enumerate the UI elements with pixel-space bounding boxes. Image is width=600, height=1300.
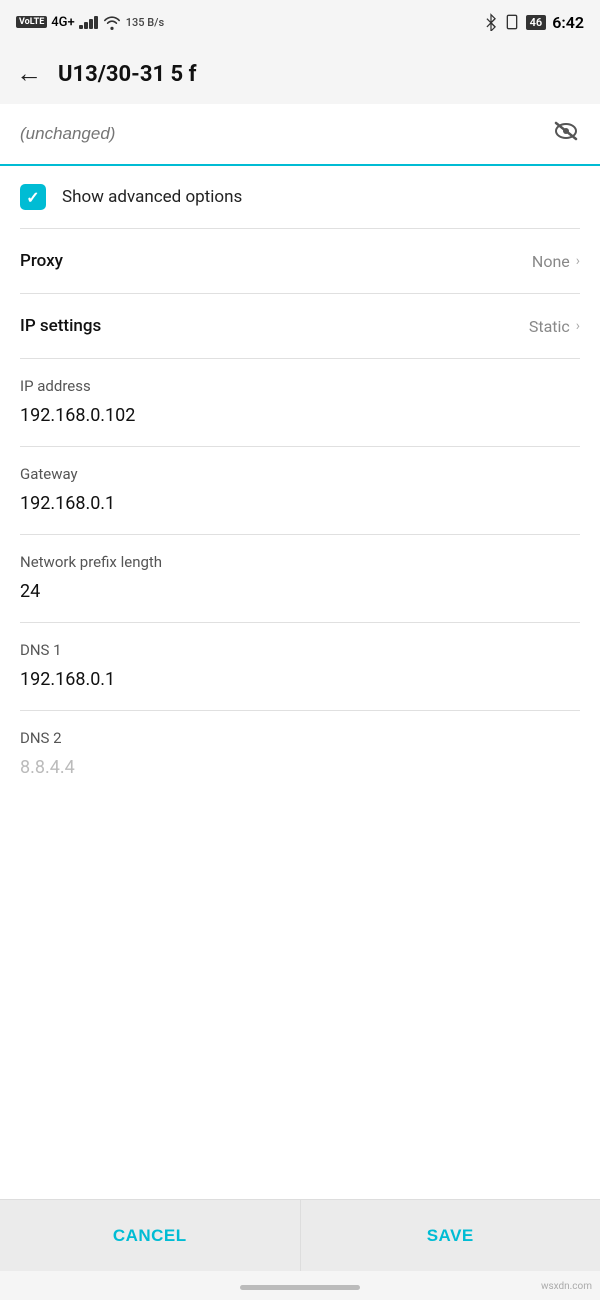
ip-address-section: IP address 192.168.0.102	[0, 359, 600, 446]
proxy-value-group: None ›	[532, 252, 580, 271]
proxy-row[interactable]: Proxy None ›	[0, 229, 600, 293]
ip-settings-value-group: Static ›	[529, 317, 580, 336]
speed-indicator: 135 B/s	[126, 16, 164, 29]
network-prefix-label: Network prefix length	[20, 553, 580, 571]
dns1-label: DNS 1	[20, 641, 580, 659]
network-prefix-value[interactable]: 24	[20, 581, 580, 616]
dns2-value[interactable]: 8.8.4.4	[20, 757, 580, 792]
gateway-label: Gateway	[20, 465, 580, 483]
content-area: ✓ Show advanced options Proxy None › IP …	[0, 104, 600, 1199]
home-indicator	[0, 1271, 600, 1300]
dns2-label: DNS 2	[20, 729, 580, 747]
checkmark-icon: ✓	[26, 188, 39, 207]
wifi-icon	[102, 14, 122, 30]
home-pill	[240, 1285, 360, 1290]
bar2	[84, 22, 88, 29]
bar1	[79, 25, 83, 29]
advanced-options-label: Show advanced options	[62, 187, 242, 207]
bar3	[89, 19, 93, 29]
save-button[interactable]: SAVE	[301, 1200, 600, 1271]
advanced-options-checkbox[interactable]: ✓	[20, 184, 46, 210]
ip-address-label: IP address	[20, 377, 580, 395]
proxy-value: None	[532, 252, 570, 271]
volte-badge: VoLTE	[16, 16, 47, 28]
back-button[interactable]: ←	[16, 61, 42, 87]
cancel-button[interactable]: CANCEL	[0, 1200, 301, 1271]
ip-settings-row[interactable]: IP settings Static ›	[0, 294, 600, 358]
password-input[interactable]	[20, 124, 552, 144]
time: 6:42	[552, 13, 584, 32]
ip-address-value[interactable]: 192.168.0.102	[20, 405, 580, 440]
status-bar: VoLTE 4G+ 135 B/s 46 6:42	[0, 0, 600, 44]
dns1-value[interactable]: 192.168.0.1	[20, 669, 580, 704]
bottom-buttons: CANCEL SAVE	[0, 1199, 600, 1271]
page-title: U13/30-31 5 f	[58, 62, 197, 87]
ip-settings-label: IP settings	[20, 316, 101, 336]
network-type: 4G+	[51, 15, 74, 30]
bar4	[94, 16, 98, 29]
gateway-section: Gateway 192.168.0.1	[0, 447, 600, 534]
phone-icon	[504, 14, 520, 30]
watermark: wsxdn.com	[541, 1281, 592, 1292]
advanced-options-row[interactable]: ✓ Show advanced options	[0, 166, 600, 228]
status-left: VoLTE 4G+ 135 B/s	[16, 14, 164, 30]
signal-bars	[79, 16, 98, 29]
password-row	[0, 104, 600, 166]
dns1-section: DNS 1 192.168.0.1	[0, 623, 600, 710]
dns2-section: DNS 2 8.8.4.4	[0, 711, 600, 798]
status-right: 46 6:42	[484, 13, 584, 32]
proxy-chevron-icon: ›	[576, 253, 580, 269]
proxy-label: Proxy	[20, 251, 63, 271]
ip-settings-value: Static	[529, 317, 570, 336]
ip-settings-chevron-icon: ›	[576, 318, 580, 334]
hide-password-icon[interactable]	[552, 120, 580, 148]
gateway-value[interactable]: 192.168.0.1	[20, 493, 580, 528]
bluetooth-icon	[484, 13, 498, 31]
header: ← U13/30-31 5 f	[0, 44, 600, 104]
network-prefix-section: Network prefix length 24	[0, 535, 600, 622]
battery-level: 46	[526, 15, 547, 30]
